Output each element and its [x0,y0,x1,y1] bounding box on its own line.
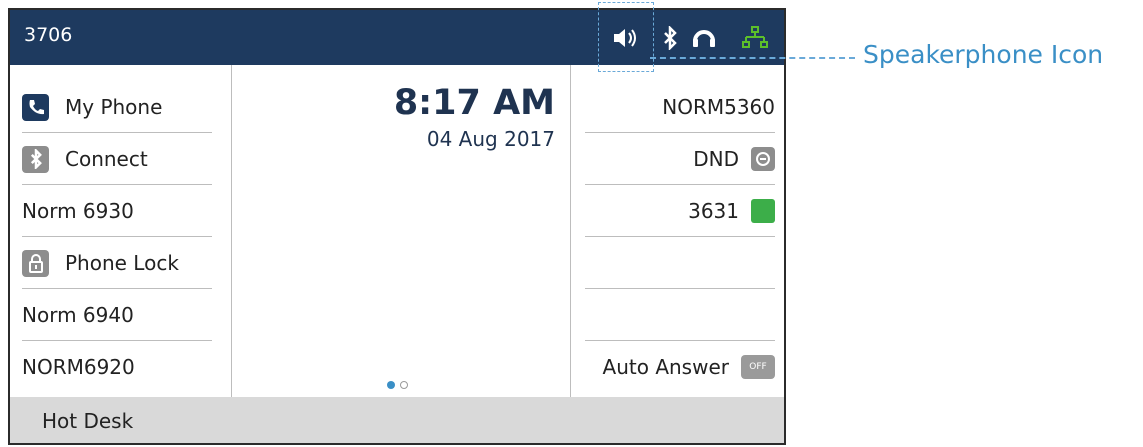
callout-label: Speakerphone Icon [863,40,1104,69]
key-label: Connect [65,147,148,171]
key-auto-answer[interactable]: Auto Answer OFF [585,341,775,393]
presence-available-icon [751,199,775,223]
key-norm6920[interactable]: NORM6920 [22,341,212,393]
clock-date: 04 Aug 2017 [426,127,555,151]
softkey-bar: Hot Desk [10,397,784,443]
key-label: My Phone [65,95,163,119]
key-label: 3631 [688,199,739,223]
key-label: DND [693,147,739,171]
clock-time: 8:17 AM [393,83,555,123]
right-softkeys: NORM5360 DND 3631 Auto Answer OFF [570,65,784,397]
dnd-icon [751,147,775,171]
bluetooth-icon [656,24,684,52]
key-my-phone[interactable]: My Phone [22,81,212,133]
key-norm5360[interactable]: NORM5360 [585,81,775,133]
key-dnd[interactable]: DND [585,133,775,185]
hot-desk-button[interactable]: Hot Desk [42,409,133,433]
key-norm-6940[interactable]: Norm 6940 [22,289,212,341]
key-label: Norm 6940 [22,303,134,327]
key-phone-lock[interactable]: Phone Lock [22,237,212,289]
bluetooth-icon [22,145,49,173]
key-empty-1[interactable] [585,237,775,289]
phone-screen: 3706 My Phone Connect Norm 6930 Phone Lo… [8,8,786,445]
left-softkeys: My Phone Connect Norm 6930 Phone Lock No… [10,65,232,397]
key-label: NORM6920 [22,355,135,379]
headset-icon [690,24,718,52]
speakerphone-icon [611,24,639,52]
key-connect[interactable]: Connect [22,133,212,185]
idle-screen-center: 8:17 AM 04 Aug 2017 [232,65,569,397]
key-label: Auto Answer [602,355,729,379]
key-norm-6930[interactable]: Norm 6930 [22,185,212,237]
extension-number: 3706 [24,24,73,46]
lock-icon [22,249,49,277]
page-dot [400,381,408,389]
toggle-off-icon: OFF [741,355,775,379]
key-3631[interactable]: 3631 [585,185,775,237]
page-dot-active [387,381,395,389]
key-empty-2[interactable] [585,289,775,341]
key-label: NORM5360 [662,95,775,119]
callout-line [650,57,855,59]
network-icon [741,24,769,52]
phone-icon [22,93,49,121]
page-indicator [387,381,408,389]
key-label: Phone Lock [65,251,179,275]
key-label: Norm 6930 [22,199,134,223]
